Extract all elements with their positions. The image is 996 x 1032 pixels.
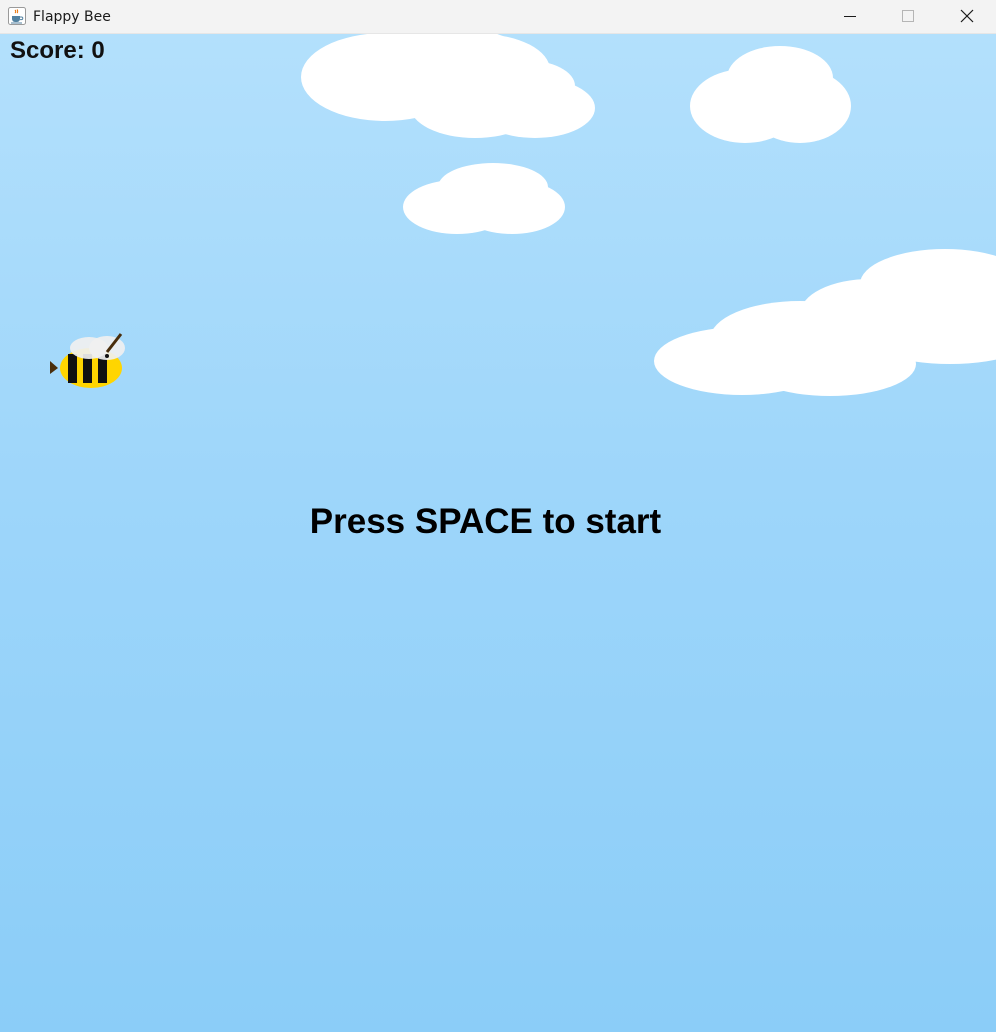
close-button[interactable] [938,0,996,33]
cloud-icon [403,163,565,234]
cloud-icon [301,34,595,138]
game-window: Flappy Bee Score: 0 Press SPACE to start [0,0,996,1032]
cloud-icon [690,46,851,143]
minimize-icon [844,16,856,17]
title-bar[interactable]: Flappy Bee [0,0,996,34]
start-prompt: Press SPACE to start [309,502,662,541]
score-label: Score: 0 [10,37,105,64]
close-icon [960,9,974,23]
cloud-icon [654,249,996,396]
window-title: Flappy Bee [33,9,111,25]
minimize-button[interactable] [821,0,879,33]
bee-icon [50,333,125,388]
game-canvas[interactable]: Score: 0 Press SPACE to start [0,34,996,1032]
maximize-icon [902,10,914,22]
maximize-button[interactable] [879,0,937,33]
java-cup-icon [8,7,26,25]
